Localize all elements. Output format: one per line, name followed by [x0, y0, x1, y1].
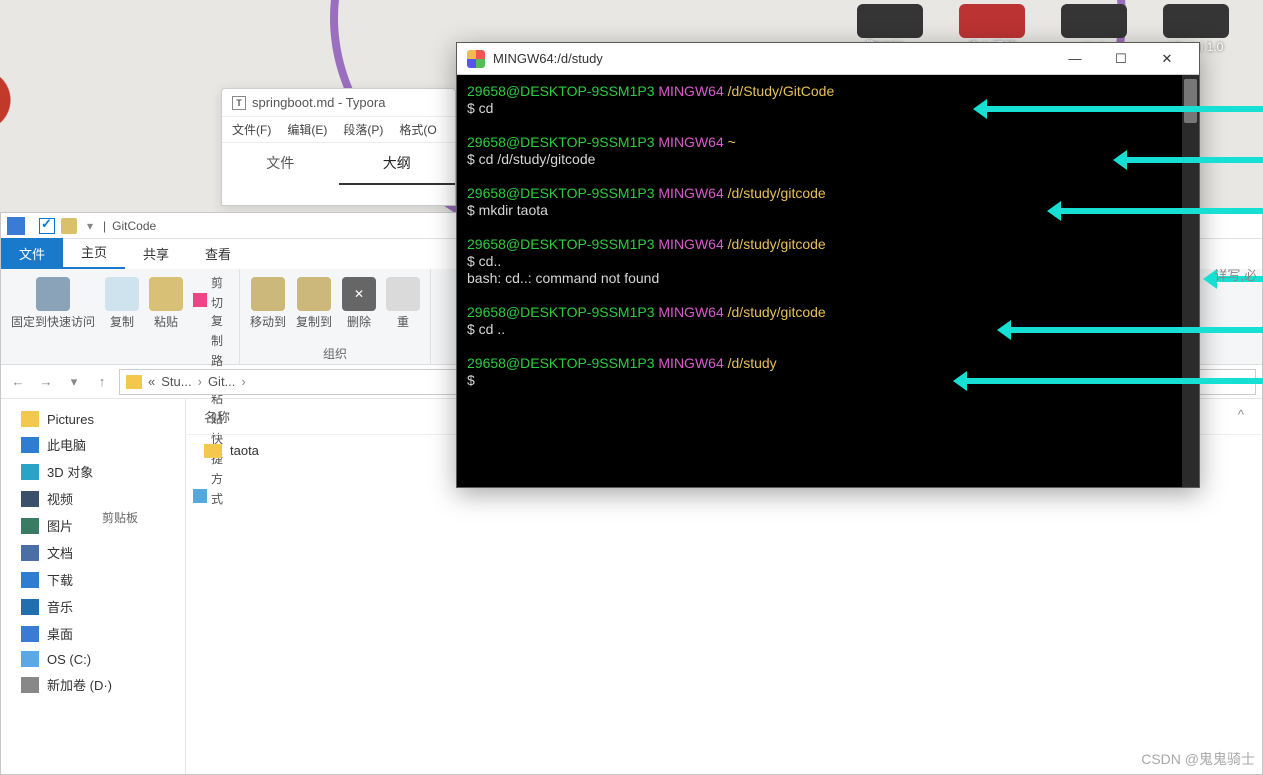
menu-format[interactable]: 格式(O — [399, 121, 436, 138]
tree-node[interactable]: 下载 — [1, 566, 185, 593]
maximize-button[interactable]: ☐ — [1099, 44, 1143, 74]
folder-icon — [204, 444, 222, 458]
menu-paragraph[interactable]: 段落(P) — [343, 121, 383, 138]
terminal-line — [467, 117, 1189, 134]
explorer-icon — [7, 217, 25, 235]
terminal-line — [467, 287, 1189, 304]
quick-check-icon[interactable] — [39, 218, 55, 234]
tree-node[interactable]: 音乐 — [1, 593, 185, 620]
annotation-arrow — [1117, 157, 1263, 163]
copyto-button[interactable]: 复制到 — [296, 277, 332, 330]
tab-file[interactable]: 文件 — [1, 238, 63, 269]
typora-sidebar-tabs[interactable]: 文件 大纲 — [222, 143, 455, 185]
typora-window[interactable]: T springboot.md - Typora 文件(F) 编辑(E) 段落(… — [221, 88, 456, 206]
typora-title: springboot.md - Typora — [252, 95, 385, 110]
side-annotation: 详写,必 — [1214, 265, 1257, 284]
mingw-icon — [467, 50, 485, 68]
delete-button[interactable]: ✕删除 — [342, 277, 376, 330]
tree-node[interactable]: 桌面 — [1, 620, 185, 647]
terminal-line: 29658@DESKTOP-9SSM1P3 MINGW64 /d/study/g… — [467, 236, 1189, 253]
recent-button[interactable]: ▾ — [63, 371, 85, 393]
tree-node[interactable]: 新加卷 (D·) — [1, 671, 185, 698]
minimize-button[interactable]: — — [1053, 44, 1097, 74]
tab-share[interactable]: 共享 — [125, 238, 187, 269]
tree-node[interactable]: OS (C:) — [1, 647, 185, 671]
dropdown-icon[interactable]: ▾ — [87, 219, 93, 233]
terminal-body[interactable]: 29658@DESKTOP-9SSM1P3 MINGW64 /d/Study/G… — [457, 75, 1199, 487]
annotation-arrow — [977, 106, 1263, 112]
tab-file[interactable]: 文件 — [222, 143, 339, 185]
tree-node[interactable]: 视频 — [1, 485, 185, 512]
scroll-thumb[interactable] — [1184, 79, 1197, 123]
terminal-line: 29658@DESKTOP-9SSM1P3 MINGW64 /d/study/g… — [467, 304, 1189, 321]
terminal-line — [467, 219, 1189, 236]
folder-icon — [126, 375, 142, 389]
terminal-line: 29658@DESKTOP-9SSM1P3 MINGW64 /d/Study/G… — [467, 83, 1189, 100]
moveto-button[interactable]: 移动到 — [250, 277, 286, 330]
terminal-titlebar[interactable]: MINGW64:/d/study — ☐ ✕ — [457, 43, 1199, 75]
terminal-line: $ cd.. — [467, 253, 1189, 270]
terminal-line — [467, 338, 1189, 355]
folder-icon — [61, 218, 77, 234]
terminal-line: 29658@DESKTOP-9SSM1P3 MINGW64 /d/study/g… — [467, 185, 1189, 202]
menu-edit[interactable]: 编辑(E) — [287, 121, 327, 138]
tree-node[interactable]: Pictures — [1, 407, 185, 431]
nav-tree[interactable]: Pictures此电脑3D 对象视频图片文档下载音乐桌面OS (C:)新加卷 (… — [1, 399, 186, 774]
tree-node[interactable]: 3D 对象 — [1, 458, 185, 485]
up-button[interactable]: ↑ — [91, 371, 113, 393]
typora-menubar[interactable]: 文件(F) 编辑(E) 段落(P) 格式(O — [222, 117, 455, 143]
terminal-line — [467, 168, 1189, 185]
tree-node[interactable]: 此电脑 — [1, 431, 185, 458]
close-button[interactable]: ✕ — [1145, 44, 1189, 74]
annotation-arrow — [1051, 208, 1263, 214]
annotation-arrow — [1001, 327, 1263, 333]
terminal-line: bash: cd..: command not found — [467, 270, 1189, 287]
terminal-line: $ cd /d/study/gitcode — [467, 151, 1189, 168]
back-button[interactable]: ← — [7, 371, 29, 393]
tab-home[interactable]: 主页 — [63, 236, 125, 269]
tree-node[interactable]: 文档 — [1, 539, 185, 566]
typora-titlebar[interactable]: T springboot.md - Typora — [222, 89, 455, 117]
watermark: CSDN @鬼鬼骑士 — [1141, 749, 1255, 769]
forward-button[interactable]: → — [35, 371, 57, 393]
terminal-title: MINGW64:/d/study — [493, 51, 603, 66]
annotation-arrow — [957, 378, 1263, 384]
terminal-window[interactable]: MINGW64:/d/study — ☐ ✕ 29658@DESKTOP-9SS… — [456, 42, 1200, 488]
terminal-line: 29658@DESKTOP-9SSM1P3 MINGW64 ~ — [467, 134, 1189, 151]
typora-icon: T — [232, 96, 246, 110]
tree-node[interactable]: 图片 — [1, 512, 185, 539]
explorer-title: GitCode — [112, 219, 156, 233]
rename-button[interactable]: 重 — [386, 277, 420, 330]
menu-file[interactable]: 文件(F) — [232, 121, 271, 138]
desktop-background: Adobe 应立 2103 有 子幼English 子幼Java 游戏 jdk … — [0, 0, 1263, 775]
terminal-line: 29658@DESKTOP-9SSM1P3 MINGW64 /d/study — [467, 355, 1189, 372]
tab-view[interactable]: 查看 — [187, 238, 249, 269]
tab-outline[interactable]: 大纲 — [339, 143, 456, 185]
